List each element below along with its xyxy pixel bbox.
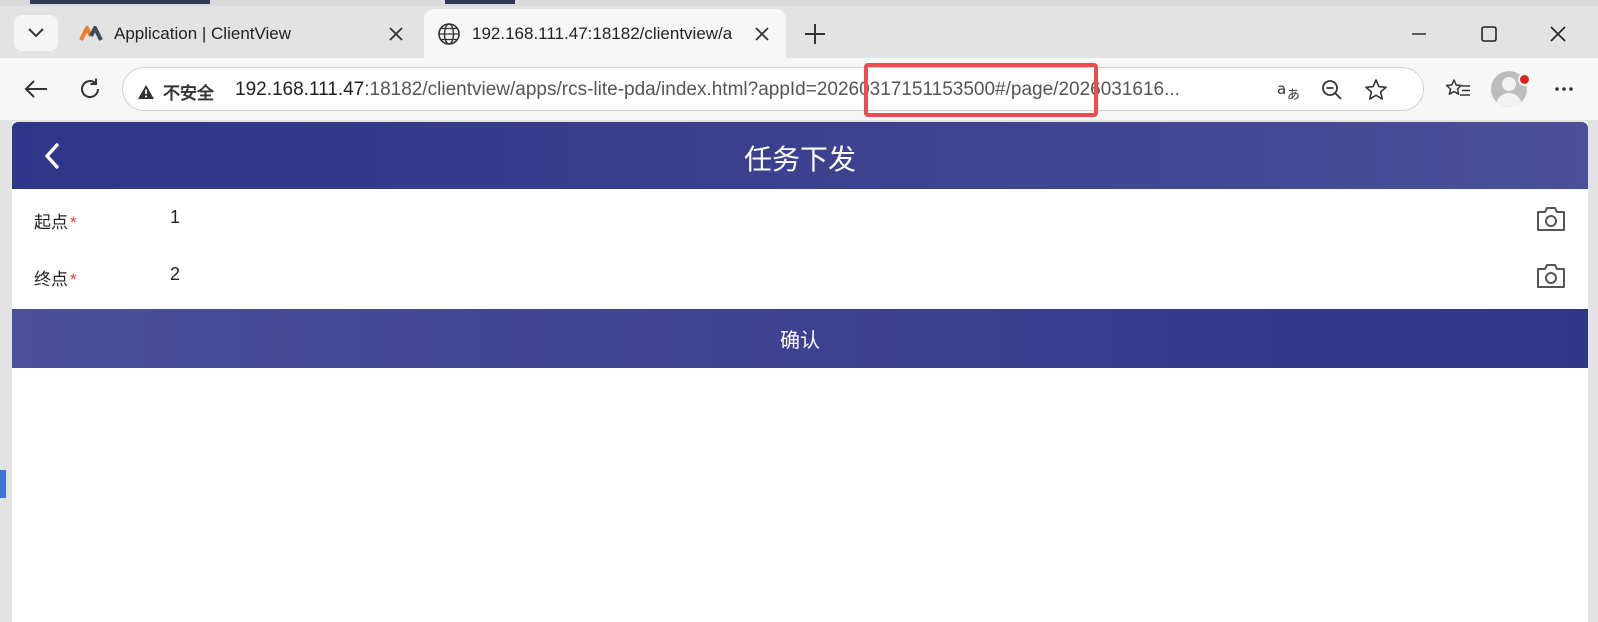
desktop-strip-mark xyxy=(445,0,515,4)
tab-title: 192.168.111.47:18182/clientview/a xyxy=(472,23,733,43)
desktop-edge-fragment xyxy=(0,470,6,498)
confirm-button[interactable]: 确认 xyxy=(12,309,1588,368)
close-window-button[interactable] xyxy=(1535,16,1581,52)
field-label: 终点 * xyxy=(34,270,77,289)
security-label: 不安全 xyxy=(163,84,214,103)
back-button[interactable] xyxy=(18,71,54,107)
tab-title: Application | ClientView xyxy=(114,23,292,43)
svg-text:あ: あ xyxy=(1287,88,1300,101)
notification-dot xyxy=(1518,73,1531,86)
required-mark: * xyxy=(70,213,77,232)
desktop-strip-mark xyxy=(30,0,210,4)
zoom-out-icon[interactable] xyxy=(1317,75,1347,105)
maximize-button[interactable] xyxy=(1466,16,1512,52)
new-tab-button[interactable] xyxy=(800,16,830,52)
close-icon[interactable] xyxy=(384,22,408,46)
read-aloud-translate-icon[interactable]: a あ xyxy=(1275,75,1305,105)
clientview-logo-icon xyxy=(78,21,104,47)
more-icon xyxy=(1555,87,1573,91)
security-indicator[interactable]: 不安全 xyxy=(137,79,214,104)
url-text[interactable]: 192.168.111.47:18182/clientview/apps/rcs… xyxy=(235,79,1265,101)
end-point-input[interactable]: 2 xyxy=(170,264,180,285)
page-header: 任务下发 xyxy=(12,122,1588,189)
avatar-head xyxy=(1502,77,1516,91)
camera-icon[interactable] xyxy=(1534,203,1568,235)
favorites-button[interactable] xyxy=(1440,71,1476,107)
form-row-start: 起点 * 1 xyxy=(12,189,1588,249)
reload-icon xyxy=(81,78,100,98)
minimize-button[interactable] xyxy=(1396,16,1442,52)
favorites-list-icon xyxy=(1445,79,1470,96)
address-bar[interactable]: 不安全 192.168.111.47:18182/clientview/apps… xyxy=(122,67,1424,111)
form-row-end: 终点 * 2 xyxy=(12,246,1588,306)
tab-bar: Application | ClientView 192.168.111.47:… xyxy=(0,6,1598,58)
tab-application[interactable]: Application | ClientView xyxy=(66,9,420,58)
browser-toolbar: 不安全 192.168.111.47:18182/clientview/apps… xyxy=(0,58,1598,120)
more-menu-button[interactable] xyxy=(1546,71,1582,107)
globe-icon xyxy=(436,21,462,47)
maximize-icon xyxy=(1481,26,1497,42)
chevron-down-icon xyxy=(28,28,44,38)
field-label: 起点 * xyxy=(34,213,77,232)
svg-text:a: a xyxy=(1277,80,1286,98)
close-icon xyxy=(1550,26,1566,42)
tab-clientview[interactable]: 192.168.111.47:18182/clientview/a xyxy=(424,9,786,58)
tab-list-button[interactable] xyxy=(14,15,58,51)
start-point-input[interactable]: 1 xyxy=(170,207,180,228)
camera-icon[interactable] xyxy=(1534,260,1568,292)
arrow-left-icon xyxy=(24,80,47,98)
page-viewport: 任务下发 起点 * 1 终点 * 2 确认 xyxy=(12,122,1588,622)
close-icon[interactable] xyxy=(750,22,774,46)
page-title: 任务下发 xyxy=(743,144,856,175)
avatar-body xyxy=(1496,93,1522,107)
url-host: 192.168.111.47 xyxy=(235,79,365,100)
required-mark: * xyxy=(70,270,77,289)
minimize-icon xyxy=(1412,33,1426,35)
url-path: :18182/clientview/apps/rcs-lite-pda/inde… xyxy=(364,79,1180,100)
plus-icon xyxy=(805,24,825,44)
warning-icon xyxy=(138,84,154,99)
star-icon[interactable] xyxy=(1361,75,1391,105)
reload-button[interactable] xyxy=(72,71,108,107)
